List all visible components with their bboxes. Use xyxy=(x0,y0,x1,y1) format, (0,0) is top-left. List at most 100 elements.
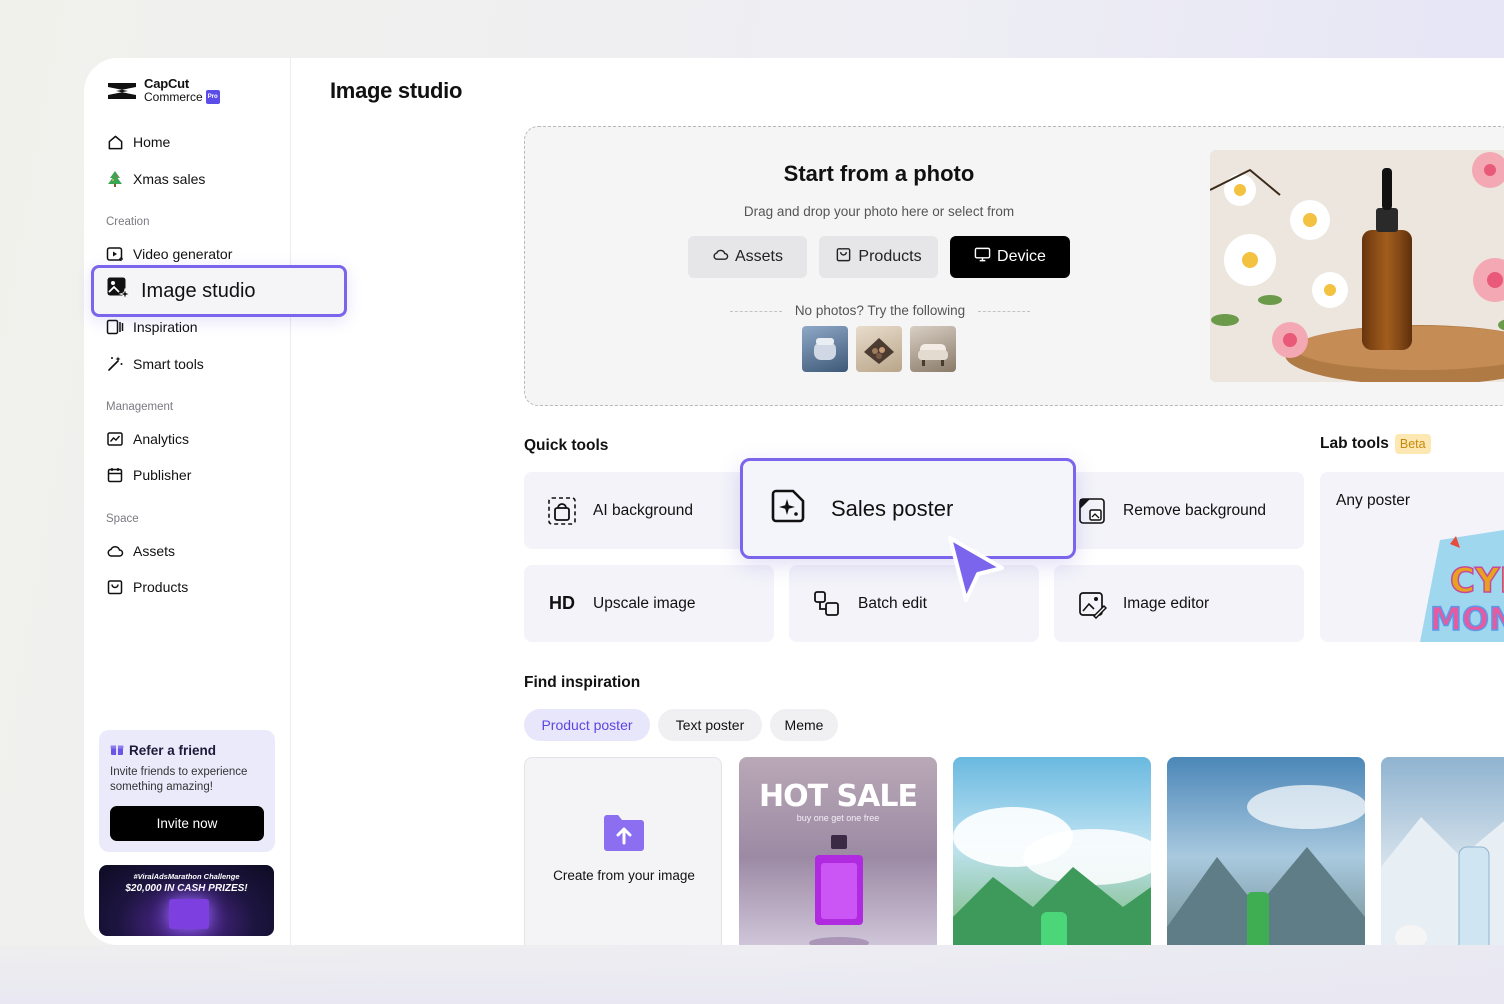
magic-wand-icon xyxy=(106,355,124,373)
calendar-icon xyxy=(106,466,124,484)
svg-text:CYB: CYB xyxy=(1450,561,1504,601)
mouse-cursor-icon xyxy=(948,536,1004,602)
tool-label: AI background xyxy=(593,501,693,519)
section-management: Management xyxy=(106,401,174,413)
try-sample-text: No photos? Try the following xyxy=(730,303,1030,318)
tool-label: Batch edit xyxy=(858,594,927,612)
home-icon xyxy=(106,133,124,151)
beta-badge: Beta xyxy=(1394,434,1431,454)
lab-tools-label: Lab tools xyxy=(1320,435,1389,452)
sidebar-item-label: Assets xyxy=(133,543,176,559)
page-title: Image studio xyxy=(330,78,463,103)
tool-label: Image editor xyxy=(1123,594,1210,612)
bottom-fade xyxy=(0,945,1504,1004)
refer-desc: Invite friends to experience something a… xyxy=(110,766,248,793)
products-button-label: Products xyxy=(858,248,922,265)
inspiration-card-hot-sale[interactable]: HOT SALE buy one get one free xyxy=(739,757,937,945)
app-logo[interactable]: CapCut Commerce Pro xyxy=(106,76,220,104)
tool-ai-background[interactable]: AI background xyxy=(524,472,774,549)
capcut-logo-icon xyxy=(108,83,136,99)
quick-tools-title: Quick tools xyxy=(524,437,609,454)
snow-scene-graphic xyxy=(1381,817,1504,945)
sample-earbuds-thumb[interactable] xyxy=(802,326,848,372)
assets-button-label: Assets xyxy=(734,248,783,265)
video-generator-icon xyxy=(106,245,124,263)
tree-icon xyxy=(106,170,124,188)
promo-line2: $20,000 IN CASH PRIZES! xyxy=(125,883,248,894)
promo-banner[interactable]: #ViralAdsMarathon Challenge $20,000 IN C… xyxy=(99,865,274,936)
chip-product-poster[interactable]: Product poster xyxy=(524,709,650,741)
sidebar-item-publisher[interactable]: Publisher xyxy=(106,464,191,486)
lab-tool-any-poster[interactable]: Any poster CYB MON xyxy=(1320,472,1504,642)
poster-title: HOT SALE xyxy=(759,779,918,814)
sidebar-item-label: Smart tools xyxy=(133,356,204,372)
pro-badge: Pro xyxy=(205,90,220,104)
sidebar-item-inspiration[interactable]: Inspiration xyxy=(106,316,198,338)
inspiration-card-snow[interactable] xyxy=(1381,757,1504,945)
tool-label: Remove background xyxy=(1123,501,1267,519)
tool-label: Upscale image xyxy=(593,594,696,612)
section-space: Space xyxy=(106,513,139,525)
sidebar-item-label: Publisher xyxy=(133,467,192,483)
inspiration-card-green-hills[interactable] xyxy=(953,757,1151,945)
perfume-bottle-graphic xyxy=(809,835,869,945)
sidebar-item-products[interactable]: Products xyxy=(106,576,188,598)
image-studio-icon xyxy=(106,276,132,306)
tool-remove-background[interactable]: Remove background xyxy=(1054,472,1304,549)
sidebar-item-label: Inspiration xyxy=(133,319,198,335)
svg-text:MON: MON xyxy=(1430,600,1504,638)
sample-palette-thumb[interactable] xyxy=(856,326,902,372)
cloud-icon xyxy=(712,246,729,268)
upload-dropzone[interactable]: Start from a photo Drag and drop your ph… xyxy=(524,126,1504,406)
sales-poster-icon xyxy=(769,487,807,531)
products-button[interactable]: Products xyxy=(819,236,938,278)
upload-heading: Start from a photo xyxy=(783,161,975,186)
poster-preview-graphic: CYB MON xyxy=(1420,530,1504,642)
sample-product-photo xyxy=(1210,150,1504,382)
create-from-image-card[interactable]: Create from your image xyxy=(524,757,722,945)
analytics-icon xyxy=(106,430,124,448)
section-creation: Creation xyxy=(106,216,150,228)
sidebar-item-video-generator[interactable]: Video generator xyxy=(106,243,232,265)
tool-upscale-image[interactable]: HD Upscale image xyxy=(524,565,774,642)
logo-line1: CapCut xyxy=(144,76,190,91)
logo-line2: Commerce xyxy=(144,90,203,104)
sidebar-item-assets[interactable]: Assets xyxy=(106,540,175,562)
sidebar-item-label: Image studio xyxy=(141,279,256,302)
sidebar-item-home[interactable]: Home xyxy=(106,131,170,153)
bag-icon xyxy=(835,246,852,268)
promo-line1: #ViralAdsMarathon Challenge xyxy=(133,872,240,881)
tool-image-editor[interactable]: Image editor xyxy=(1054,565,1304,642)
chip-text-poster[interactable]: Text poster xyxy=(658,709,762,741)
chip-meme[interactable]: Meme xyxy=(770,709,838,741)
sidebar-item-image-studio[interactable]: Image studio xyxy=(91,265,347,317)
sidebar-item-label: Products xyxy=(133,579,189,595)
monitor-icon xyxy=(974,246,991,268)
poster-subtitle: buy one get one free xyxy=(796,813,880,823)
bag-icon xyxy=(106,578,124,596)
sidebar-item-smart-tools[interactable]: Smart tools xyxy=(106,353,204,375)
mountain-graphic xyxy=(1167,785,1365,945)
device-button[interactable]: Device xyxy=(950,236,1070,278)
lab-tools-title: Lab tools Beta xyxy=(1320,434,1431,454)
tool-sales-poster[interactable]: Sales poster xyxy=(740,458,1076,559)
inspiration-card-mountains[interactable] xyxy=(1167,757,1365,945)
sample-chair-thumb[interactable] xyxy=(910,326,956,372)
invite-now-button[interactable]: Invite now xyxy=(110,806,264,841)
ai-background-icon xyxy=(546,495,578,527)
sidebar-item-label: Analytics xyxy=(133,431,190,447)
sidebar-item-label: Video generator xyxy=(133,246,233,262)
batch-edit-icon xyxy=(811,588,843,620)
lab-tool-label: Any poster xyxy=(1336,492,1411,509)
gift-icon xyxy=(110,742,124,759)
device-button-label: Device xyxy=(997,248,1046,265)
sidebar-item-analytics[interactable]: Analytics xyxy=(106,428,189,450)
hd-icon: HD xyxy=(549,593,575,613)
inspiration-icon xyxy=(106,318,124,336)
tool-label: Sales poster xyxy=(831,495,954,521)
sidebar-item-xmas-sales[interactable]: Xmas sales xyxy=(106,168,205,190)
landscape-graphic xyxy=(953,807,1151,945)
assets-button[interactable]: Assets xyxy=(688,236,807,278)
create-card-label: Create from your image xyxy=(553,868,695,883)
remove-background-icon xyxy=(1076,495,1108,527)
